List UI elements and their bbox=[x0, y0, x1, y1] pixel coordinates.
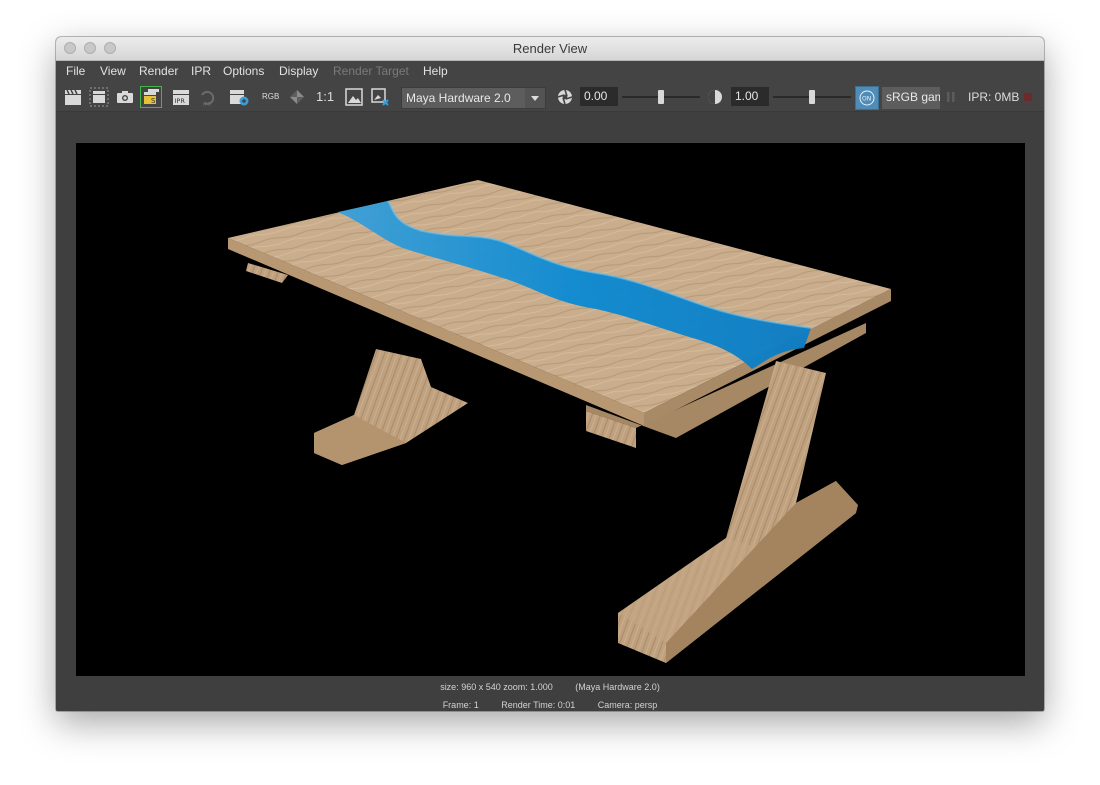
renderer-dropdown[interactable]: Maya Hardware 2.0 bbox=[401, 87, 546, 109]
svg-text:S: S bbox=[151, 97, 156, 105]
color-management-on-label: ON bbox=[862, 96, 871, 103]
remove-image-icon[interactable] bbox=[369, 86, 391, 108]
clapper-icon[interactable] bbox=[62, 86, 84, 108]
exposure-slider-handle[interactable] bbox=[658, 90, 664, 104]
ipr-refresh-icon: IPR bbox=[196, 86, 218, 108]
camera-snapshot-icon[interactable] bbox=[114, 86, 136, 108]
image-size-zoom: size: 960 x 540 zoom: 1.000 bbox=[440, 682, 553, 692]
alpha-channel-icon[interactable] bbox=[286, 86, 308, 108]
renderer-selected: Maya Hardware 2.0 bbox=[406, 91, 511, 105]
render-sequence-icon[interactable]: S bbox=[140, 86, 162, 108]
gamma-icon[interactable] bbox=[704, 86, 726, 108]
menu-display[interactable]: Display bbox=[279, 64, 318, 78]
render-time: Render Time: 0:01 bbox=[501, 700, 576, 710]
menu-view[interactable]: View bbox=[100, 64, 126, 78]
frame-number: Frame: 1 bbox=[442, 700, 479, 710]
camera-name: Camera: persp bbox=[597, 700, 658, 710]
menu-file[interactable]: File bbox=[66, 64, 85, 78]
gamma-slider-handle[interactable] bbox=[809, 90, 815, 104]
menu-render[interactable]: Render bbox=[139, 64, 178, 78]
render-view-window: Render View File View Render IPR Options… bbox=[56, 37, 1044, 711]
menu-render-target: Render Target bbox=[333, 64, 409, 78]
gamma-field[interactable]: 1.00 bbox=[731, 87, 769, 106]
exposure-field[interactable]: 0.00 bbox=[580, 87, 618, 106]
render-info-line: size: 960 x 540 zoom: 1.000 (Maya Hardwa… bbox=[56, 682, 1044, 692]
keep-image-icon[interactable] bbox=[343, 86, 365, 108]
real-size-button[interactable]: 1:1 bbox=[316, 89, 334, 104]
svg-text:IPR: IPR bbox=[175, 97, 186, 105]
title-bar[interactable]: Render View bbox=[56, 37, 1044, 61]
menu-help[interactable]: Help bbox=[423, 64, 448, 78]
render-toolbar: S IPR IPR RGB 1:1 Maya Hardware 2.0 0.00… bbox=[56, 83, 1044, 112]
pause-icon bbox=[944, 86, 958, 108]
chevron-down-icon[interactable] bbox=[525, 88, 545, 108]
rendered-image[interactable] bbox=[76, 143, 1025, 676]
color-space-dropdown[interactable]: sRGB gamma bbox=[882, 87, 940, 109]
stop-icon bbox=[1020, 86, 1036, 108]
color-management-toggle[interactable]: ON bbox=[855, 86, 879, 110]
menu-ipr[interactable]: IPR bbox=[191, 64, 211, 78]
window-title: Render View bbox=[512, 41, 588, 56]
rgb-channel-icon[interactable]: RGB bbox=[262, 92, 279, 101]
render-region-icon[interactable] bbox=[88, 86, 110, 108]
render-viewport[interactable]: size: 960 x 540 zoom: 1.000 (Maya Hardwa… bbox=[56, 112, 1044, 711]
svg-text:IPR: IPR bbox=[203, 102, 211, 108]
menu-options[interactable]: Options bbox=[223, 64, 264, 78]
ipr-memory-label: IPR: 0MB bbox=[968, 90, 1020, 104]
render-settings-icon[interactable] bbox=[228, 86, 250, 108]
rendered-table-image bbox=[228, 180, 891, 663]
render-stats-line: Frame: 1 Render Time: 0:01 Camera: persp bbox=[56, 700, 1044, 710]
menu-bar: File View Render IPR Options Display Ren… bbox=[56, 61, 1044, 83]
aperture-icon[interactable] bbox=[554, 86, 576, 108]
ipr-render-icon[interactable]: IPR bbox=[170, 86, 192, 108]
renderer-info: (Maya Hardware 2.0) bbox=[575, 682, 660, 692]
